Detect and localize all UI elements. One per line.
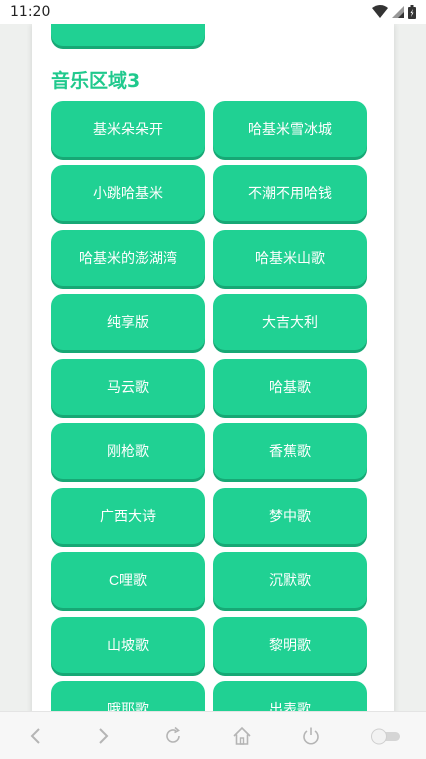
- music-button[interactable]: 黎明歌: [213, 617, 367, 673]
- music-button[interactable]: 小跳哈基米: [51, 165, 205, 221]
- page-content[interactable]: 音乐区域3 基米朵朵开 哈基米雪冰城 小跳哈基米 不潮不用哈钱 哈基米的澎湖湾 …: [0, 24, 426, 711]
- music-button[interactable]: 山坡歌: [51, 617, 205, 673]
- music-button[interactable]: 出表歌: [213, 681, 367, 711]
- status-time: 11:20: [10, 4, 51, 20]
- status-icons: [372, 5, 416, 19]
- previous-section-button[interactable]: [51, 24, 205, 46]
- music-button[interactable]: 广西大诗: [51, 488, 205, 544]
- battery-icon: [408, 5, 416, 19]
- music-button[interactable]: 梦中歌: [213, 488, 367, 544]
- music-button[interactable]: C哩歌: [51, 552, 205, 608]
- reload-icon[interactable]: [161, 724, 185, 748]
- home-icon[interactable]: [230, 724, 254, 748]
- music-button[interactable]: 刚枪歌: [51, 423, 205, 479]
- music-button[interactable]: 哈基米的澎湖湾: [51, 230, 205, 286]
- wifi-icon: [372, 5, 388, 19]
- signal-icon: [392, 5, 404, 19]
- power-icon[interactable]: [299, 724, 323, 748]
- forward-icon[interactable]: [92, 724, 116, 748]
- music-button[interactable]: 哈基米山歌: [213, 230, 367, 286]
- status-bar: 11:20: [0, 0, 426, 24]
- back-icon[interactable]: [23, 724, 47, 748]
- music-button[interactable]: 哈基歌: [213, 359, 367, 415]
- browser-nav-bar: [0, 711, 426, 759]
- music-button[interactable]: 大吉大利: [213, 294, 367, 350]
- music-button[interactable]: 马云歌: [51, 359, 205, 415]
- music-button[interactable]: 纯享版: [51, 294, 205, 350]
- section-title: 音乐区域3: [51, 70, 141, 92]
- content-card: 音乐区域3 基米朵朵开 哈基米雪冰城 小跳哈基米 不潮不用哈钱 哈基米的澎湖湾 …: [32, 24, 394, 711]
- music-button[interactable]: 基米朵朵开: [51, 101, 205, 157]
- music-button[interactable]: 哦耶歌: [51, 681, 205, 711]
- music-button[interactable]: 沉默歌: [213, 552, 367, 608]
- music-button[interactable]: 香蕉歌: [213, 423, 367, 479]
- music-button[interactable]: 哈基米雪冰城: [213, 101, 367, 157]
- music-button[interactable]: 不潮不用哈钱: [213, 165, 367, 221]
- toggle-icon[interactable]: [368, 724, 404, 748]
